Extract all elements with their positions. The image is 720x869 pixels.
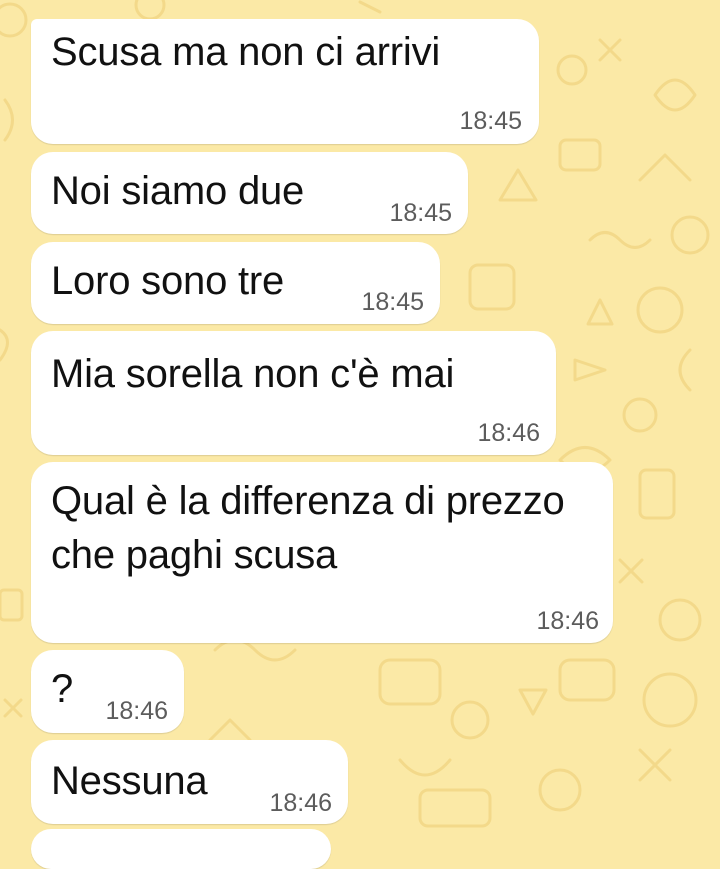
message-bubble[interactable]: Nessuna 18:46 <box>31 740 348 824</box>
message-text: ? <box>51 667 74 711</box>
message-text: Scusa ma non ci arrivi <box>51 30 441 74</box>
message-timestamp: 18:46 <box>536 607 599 635</box>
message-timestamp: 18:45 <box>361 288 424 316</box>
message-timestamp: 18:46 <box>269 789 332 817</box>
message-bubble[interactable]: ? 18:46 <box>31 650 184 733</box>
message-text: Qual è la differenza di prezzo che paghi… <box>51 479 565 577</box>
message-text: Mia sorella non c'è mai <box>51 352 455 396</box>
message-timestamp: 18:46 <box>477 419 540 447</box>
message-text: Noi siamo due <box>51 169 305 213</box>
message-timestamp: 18:45 <box>389 199 452 227</box>
message-text: Loro sono tre <box>51 259 285 303</box>
message-bubble[interactable]: Scusa ma non ci arrivi 18:45 <box>31 19 539 144</box>
message-bubble[interactable]: Qual è la differenza di prezzo che paghi… <box>31 462 613 643</box>
message-bubble-partial[interactable] <box>31 829 331 869</box>
message-text: Nessuna <box>51 759 208 803</box>
message-timestamp: 18:46 <box>105 697 168 725</box>
message-bubble[interactable]: Mia sorella non c'è mai 18:46 <box>31 331 556 455</box>
message-bubble[interactable]: Loro sono tre 18:45 <box>31 242 440 324</box>
message-bubble[interactable]: Noi siamo due 18:45 <box>31 152 468 234</box>
message-timestamp: 18:45 <box>459 107 522 135</box>
